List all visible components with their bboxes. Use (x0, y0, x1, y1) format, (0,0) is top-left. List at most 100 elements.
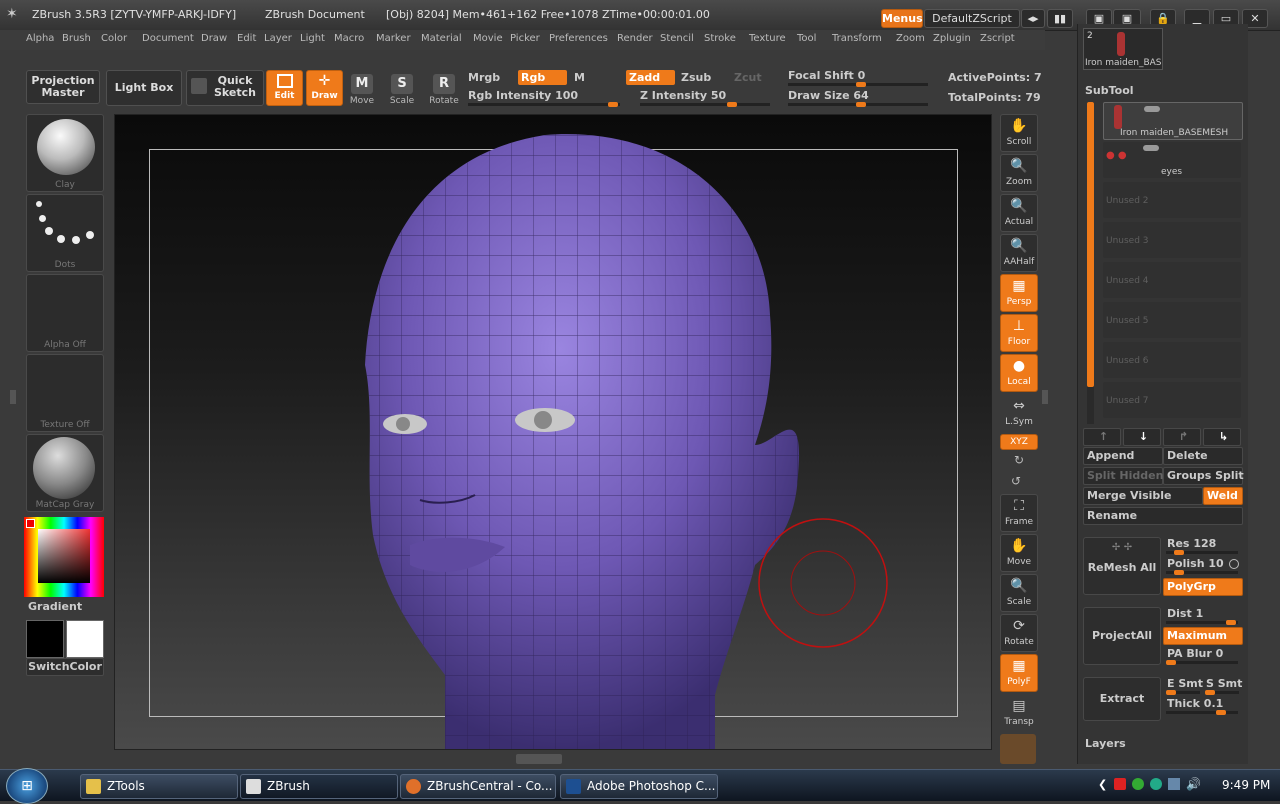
subtool-title[interactable]: SubTool (1085, 84, 1134, 97)
zoom-button[interactable]: 🔍 Zoom (1000, 154, 1038, 192)
thick-slider-track[interactable] (1166, 710, 1238, 715)
menu-document[interactable]: Document (142, 33, 194, 44)
menu-stroke[interactable]: Stroke (704, 33, 736, 44)
local-button[interactable]: ● Local (1000, 354, 1038, 392)
tool-thumbnail[interactable]: 2 Iron maiden_BAS (1083, 28, 1163, 70)
mrgb-button[interactable]: Mrgb (468, 71, 500, 84)
light-box-button[interactable]: Light Box (106, 70, 182, 106)
rotate-view-button[interactable]: ⟳ Rotate (1000, 614, 1038, 652)
xyz-button[interactable]: XYZ (1000, 434, 1038, 450)
tray-clock[interactable]: 9:49 PM (1222, 778, 1270, 792)
move-top-icon[interactable]: ↱ (1163, 428, 1201, 446)
remesh-all-button[interactable]: ✢ ✢ ReMesh All (1083, 537, 1161, 595)
next-icon[interactable]: ▮▮ (1047, 9, 1073, 28)
material-slot[interactable]: MatCap Gray (26, 434, 104, 512)
e-smt-slider[interactable]: E Smt (1167, 677, 1203, 690)
layers-palette-title[interactable]: Layers (1085, 737, 1126, 750)
focal-shift-label[interactable]: Focal Shift 0 (788, 69, 865, 82)
menu-color[interactable]: Color (101, 33, 127, 44)
color-picker[interactable] (24, 517, 104, 597)
secondary-color-swatch[interactable] (26, 620, 64, 658)
move-view-button[interactable]: ✋ Move (1000, 534, 1038, 572)
menu-material[interactable]: Material (421, 33, 462, 44)
menu-zscript[interactable]: Zscript (980, 33, 1015, 44)
z-intensity-label[interactable]: Z Intensity 50 (640, 89, 726, 102)
switch-color-button[interactable]: SwitchColor (26, 658, 104, 676)
menu-marker[interactable]: Marker (376, 33, 411, 44)
res-slider[interactable]: Res 128 (1167, 537, 1216, 550)
subtool-scrollbar[interactable] (1087, 102, 1094, 424)
frame-button[interactable]: ⛶ Frame (1000, 494, 1038, 532)
move-up-icon[interactable]: ↑ (1083, 428, 1121, 446)
subtool-item-unused-7[interactable]: Unused 7 (1103, 382, 1241, 418)
res-slider-track[interactable] (1166, 550, 1238, 555)
quick-sketch-button[interactable]: Quick Sketch (186, 70, 264, 106)
tray-volume-icon[interactable]: 🔊 (1186, 777, 1201, 791)
menu-brush[interactable]: Brush (62, 33, 91, 44)
menu-texture[interactable]: Texture (749, 33, 786, 44)
z-intensity-slider[interactable] (640, 102, 770, 107)
subtool-item-unused-3[interactable]: Unused 3 (1103, 222, 1241, 258)
transp-button[interactable]: ▤ Transp (1000, 694, 1038, 732)
taskbar-zbrush[interactable]: ZBrush (240, 774, 398, 799)
alpha-slot[interactable]: Alpha Off (26, 274, 104, 352)
rgb-intensity-slider[interactable] (468, 102, 620, 107)
subtool-item-basemesh[interactable]: Iron maiden_BASEMESH (1103, 102, 1243, 140)
draw-button[interactable]: ✛ Draw (306, 70, 343, 106)
m-button[interactable]: M (574, 71, 585, 84)
scale-view-button[interactable]: 🔍 Scale (1000, 574, 1038, 612)
scroll-button[interactable]: ✋ Scroll (1000, 114, 1038, 152)
polish-toggle-icon[interactable] (1229, 559, 1239, 569)
draw-size-slider[interactable] (788, 102, 928, 107)
prev-icon[interactable]: ◂▸ (1021, 9, 1045, 28)
polish-slider-track[interactable] (1166, 570, 1238, 575)
rotate-z-icon[interactable]: ↺ (1011, 474, 1021, 488)
thick-slider[interactable]: Thick 0.1 (1167, 697, 1223, 710)
gradient-label[interactable]: Gradient (28, 600, 82, 613)
subtool-item-eyes[interactable]: ● ● eyes (1103, 142, 1241, 178)
move-button[interactable]: M Move (348, 74, 376, 106)
aahalf-button[interactable]: 🔍 AAHalf (1000, 234, 1038, 272)
polish-slider[interactable]: Polish 10 (1167, 557, 1224, 570)
right-tray-handle[interactable] (1042, 390, 1048, 404)
brush-slot[interactable]: Clay (26, 114, 104, 192)
menu-light[interactable]: Light (300, 33, 325, 44)
groups-split-button[interactable]: Groups Split (1163, 467, 1244, 485)
ghost-button[interactable] (1000, 734, 1036, 764)
move-bottom-icon[interactable]: ↳ (1203, 428, 1241, 446)
zcut-button[interactable]: Zcut (734, 71, 762, 84)
tray-update-icon[interactable] (1132, 778, 1144, 790)
edit-button[interactable]: Edit (266, 70, 303, 106)
taskbar-photoshop[interactable]: Adobe Photoshop C... (560, 774, 718, 799)
project-all-button[interactable]: ProjectAll (1083, 607, 1161, 665)
rename-button[interactable]: Rename (1083, 507, 1243, 525)
extract-button[interactable]: Extract (1083, 677, 1161, 721)
persp-button[interactable]: ▦ Persp (1000, 274, 1038, 312)
menus-button[interactable]: Menus (881, 9, 923, 28)
menu-edit[interactable]: Edit (237, 33, 256, 44)
menu-movie[interactable]: Movie (473, 33, 503, 44)
merge-visible-button[interactable]: Merge Visible (1083, 487, 1203, 505)
pa-blur-slider-track[interactable] (1166, 660, 1238, 665)
menu-zoom[interactable]: Zoom (896, 33, 925, 44)
polyf-button[interactable]: ▦ PolyF (1000, 654, 1038, 692)
left-tray-handle[interactable] (10, 390, 16, 404)
maximum-button[interactable]: Maximum (1163, 627, 1243, 645)
canvas-scroll-indicator[interactable] (516, 754, 562, 764)
subtool-item-unused-5[interactable]: Unused 5 (1103, 302, 1241, 338)
menu-picker[interactable]: Picker (510, 33, 540, 44)
delete-button[interactable]: Delete (1163, 447, 1243, 465)
subtool-item-unused-4[interactable]: Unused 4 (1103, 262, 1241, 298)
dist-slider[interactable]: Dist 1 (1167, 607, 1203, 620)
zsub-button[interactable]: Zsub (681, 71, 711, 84)
projection-master-button[interactable]: Projection Master (26, 70, 100, 104)
floor-button[interactable]: ⊥ Floor (1000, 314, 1038, 352)
subtool-item-unused-2[interactable]: Unused 2 (1103, 182, 1241, 218)
default-zscript-button[interactable]: DefaultZScript (924, 9, 1020, 28)
menu-transform[interactable]: Transform (832, 33, 882, 44)
menu-alpha[interactable]: Alpha (26, 33, 54, 44)
focal-shift-slider[interactable] (788, 82, 928, 87)
dist-slider-track[interactable] (1166, 620, 1238, 625)
rotate-button[interactable]: R Rotate (428, 74, 460, 106)
start-button[interactable]: ⊞ (6, 768, 48, 804)
